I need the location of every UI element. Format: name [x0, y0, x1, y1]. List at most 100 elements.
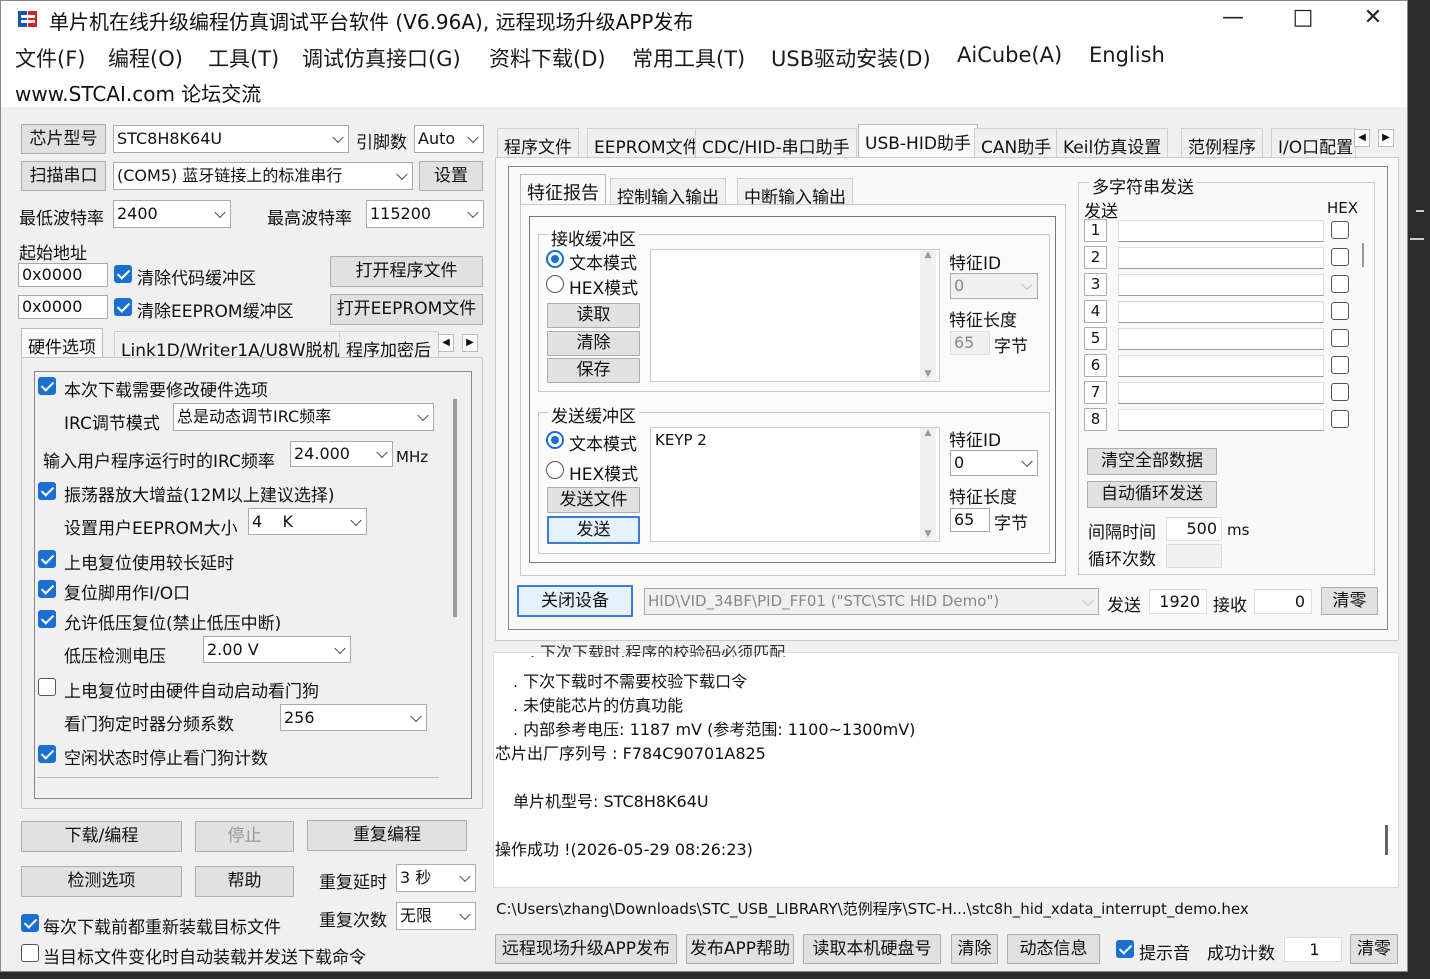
- long-delay-checkbox[interactable]: [38, 550, 56, 568]
- osc-gain-checkbox[interactable]: [38, 482, 56, 500]
- multi-send-row-input[interactable]: [1118, 220, 1324, 242]
- help-button[interactable]: 帮助: [195, 866, 294, 897]
- maximize-icon[interactable]: □: [1273, 3, 1333, 33]
- recv-hex-mode-radio[interactable]: [546, 275, 564, 293]
- subtab-feature-report[interactable]: 特征报告: [520, 174, 606, 204]
- chip-model-select[interactable]: STC8H8K64U: [113, 125, 349, 153]
- log-scrollbar[interactable]: [1385, 825, 1388, 855]
- eeprom-size-select[interactable]: 4 K: [248, 508, 367, 535]
- open-program-file-button[interactable]: 打开程序文件: [330, 256, 483, 287]
- multi-send-row-button[interactable]: 8: [1084, 408, 1107, 431]
- idle-wdt-checkbox[interactable]: [38, 745, 56, 763]
- menu-debug-interface[interactable]: 调试仿真接口(G): [302, 43, 461, 73]
- multi-send-row-hex-checkbox[interactable]: [1331, 248, 1349, 266]
- repeat-count-select[interactable]: 无限: [396, 902, 476, 930]
- dynamic-info-button[interactable]: 动态信息: [1007, 934, 1100, 964]
- repeat-delay-select[interactable]: 3 秒: [396, 864, 476, 892]
- options-scrollbar[interactable]: [448, 393, 464, 789]
- menu-file[interactable]: 文件(F): [15, 43, 85, 73]
- tab-usb-hid[interactable]: USB-HID助手: [858, 124, 978, 157]
- multi-send-row-input[interactable]: [1118, 382, 1324, 404]
- tab-program-file[interactable]: 程序文件: [497, 128, 579, 158]
- publish-help-button[interactable]: 发布APP帮助: [686, 934, 794, 964]
- multi-send-row-hex-checkbox[interactable]: [1331, 275, 1349, 293]
- multi-send-row-input[interactable]: [1118, 301, 1324, 323]
- scan-port-button[interactable]: 扫描串口: [21, 161, 106, 191]
- irc-mode-select[interactable]: 总是动态调节IRC频率: [173, 403, 434, 431]
- menu-forum-link[interactable]: www.STCAI.com 论坛交流: [15, 78, 261, 107]
- lvd-voltage-select[interactable]: 2.00 V: [203, 636, 351, 663]
- reload-checkbox[interactable]: [21, 914, 39, 932]
- loop-count-input[interactable]: [1166, 544, 1222, 568]
- tab-io-config[interactable]: I/O口配置: [1271, 128, 1356, 157]
- multi-send-row-button[interactable]: 2: [1084, 246, 1107, 269]
- subtab-control-io[interactable]: 控制输入输出: [610, 178, 726, 208]
- menu-program[interactable]: 编程(O): [108, 43, 183, 73]
- tab-encryption[interactable]: 程序加密后: [339, 331, 439, 357]
- publish-app-button[interactable]: 远程现场升级APP发布: [495, 934, 677, 964]
- reset-io-checkbox[interactable]: [38, 580, 56, 598]
- open-eeprom-file-button[interactable]: 打开EEPROM文件: [330, 294, 483, 325]
- modify-hw-checkbox[interactable]: [38, 377, 56, 395]
- multi-send-row-input[interactable]: [1118, 409, 1324, 431]
- multi-send-row-hex-checkbox[interactable]: [1331, 356, 1349, 374]
- tab-right-arrow-icon[interactable]: ▶: [462, 334, 478, 352]
- tab-keil[interactable]: Keil仿真设置: [1056, 128, 1169, 158]
- close-icon[interactable]: ✕: [1343, 3, 1403, 33]
- auto-send-checkbox[interactable]: [21, 944, 39, 962]
- clear-count-button[interactable]: 清零: [1321, 587, 1378, 615]
- clear-all-button[interactable]: 清空全部数据: [1087, 448, 1217, 475]
- subtab-interrupt-io[interactable]: 中断输入输出: [737, 178, 853, 208]
- check-options-button[interactable]: 检测选项: [21, 866, 182, 897]
- multi-send-row-input[interactable]: [1118, 274, 1324, 296]
- menu-usb-driver[interactable]: USB驱动安装(D): [771, 43, 931, 73]
- settings-button[interactable]: 设置: [419, 161, 483, 191]
- multi-send-row-button[interactable]: 6: [1084, 354, 1107, 377]
- multi-send-row-input[interactable]: [1118, 247, 1324, 269]
- clear-log-button[interactable]: 清除: [951, 934, 998, 964]
- download-button[interactable]: 下载/编程: [21, 821, 182, 852]
- recv-text-mode-radio[interactable]: [546, 250, 564, 268]
- tab-offline-writer[interactable]: Link1D/Writer1A/U8W脱机: [114, 331, 347, 361]
- send-file-button[interactable]: 发送文件: [547, 487, 640, 513]
- send-feature-id-select[interactable]: 0: [950, 450, 1038, 476]
- device-select[interactable]: HID\VID_34BF\PID_FF01 ("STC\STC HID Demo…: [644, 588, 1099, 615]
- multi-send-row-button[interactable]: 3: [1084, 273, 1107, 296]
- pins-select[interactable]: Auto: [414, 125, 484, 153]
- irc-freq-select[interactable]: 24.000: [290, 441, 393, 467]
- read-disk-button[interactable]: 读取本机硬盘号: [803, 934, 941, 964]
- tab-can[interactable]: CAN助手: [974, 128, 1059, 158]
- wdt-checkbox[interactable]: [38, 678, 56, 696]
- receive-scrollbar[interactable]: ▲ ▼: [920, 250, 936, 381]
- start-address-input-1[interactable]: 0x0000: [18, 263, 108, 287]
- multi-send-row-hex-checkbox[interactable]: [1331, 383, 1349, 401]
- sound-checkbox[interactable]: [1116, 940, 1134, 958]
- recv-feature-id-select[interactable]: 0: [950, 273, 1038, 299]
- lvd-checkbox[interactable]: [38, 610, 56, 628]
- multi-send-row-hex-checkbox[interactable]: [1331, 329, 1349, 347]
- clear-code-checkbox[interactable]: [114, 265, 132, 283]
- max-baud-select[interactable]: 115200: [366, 200, 484, 228]
- tab-examples[interactable]: 范例程序: [1181, 128, 1263, 158]
- send-textarea[interactable]: KEYP 2: [650, 427, 940, 542]
- port-select[interactable]: (COM5) 蓝牙链接上的标准串行: [113, 162, 413, 190]
- send-scrollbar[interactable]: ▲ ▼: [920, 428, 936, 541]
- multi-send-row-button[interactable]: 4: [1084, 300, 1107, 323]
- minimize-icon[interactable]: —: [1203, 3, 1263, 33]
- start-address-input-2[interactable]: 0x0000: [18, 295, 108, 319]
- menu-tools[interactable]: 工具(T): [208, 43, 279, 73]
- multi-send-row-input[interactable]: [1118, 328, 1324, 350]
- close-device-button[interactable]: 关闭设备: [517, 585, 633, 617]
- clear-eeprom-checkbox[interactable]: [114, 298, 132, 316]
- multi-send-row-button[interactable]: 5: [1084, 327, 1107, 350]
- read-button[interactable]: 读取: [547, 303, 640, 328]
- menu-english[interactable]: English: [1089, 43, 1165, 67]
- multi-send-row-hex-checkbox[interactable]: [1331, 302, 1349, 320]
- tab-left-arrow-icon[interactable]: ◀: [438, 334, 454, 352]
- menu-aicube[interactable]: AiCube(A): [957, 43, 1062, 67]
- menu-common-tools[interactable]: 常用工具(T): [632, 43, 745, 73]
- multi-send-row-hex-checkbox[interactable]: [1331, 221, 1349, 239]
- tab-hardware-options[interactable]: 硬件选项: [21, 328, 103, 358]
- stop-button[interactable]: 停止: [195, 821, 294, 852]
- tab-right-arrow-icon[interactable]: ▶: [1378, 129, 1394, 147]
